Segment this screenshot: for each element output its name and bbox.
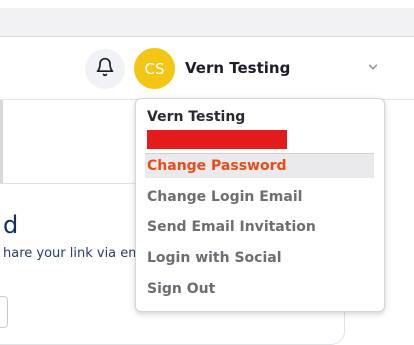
browser-top-bar	[0, 8, 414, 37]
redacted-email	[147, 130, 287, 149]
user-menu-toggle[interactable]	[365, 61, 381, 77]
menu-item-send-email-invitation[interactable]: Send Email Invitation	[145, 214, 374, 239]
user-dropdown-menu: Vern Testing Change Password Change Logi…	[135, 98, 385, 312]
menu-item-change-password[interactable]: Change Password	[145, 153, 374, 178]
menu-item-login-with-social[interactable]: Login with Social	[145, 245, 374, 270]
card-title: d	[3, 211, 19, 239]
menu-item-sign-out[interactable]: Sign Out	[145, 276, 374, 301]
card-description: hare your link via em	[3, 246, 141, 261]
notifications-button[interactable]	[85, 49, 125, 89]
avatar[interactable]: CS	[134, 48, 175, 89]
card-input-field[interactable]	[0, 296, 8, 328]
bell-icon	[95, 57, 115, 82]
user-name[interactable]: Vern Testing	[185, 59, 290, 77]
chevron-down-icon	[366, 60, 380, 79]
menu-item-change-login-email[interactable]: Change Login Email	[145, 184, 374, 209]
dropdown-user-name: Vern Testing	[147, 109, 246, 125]
